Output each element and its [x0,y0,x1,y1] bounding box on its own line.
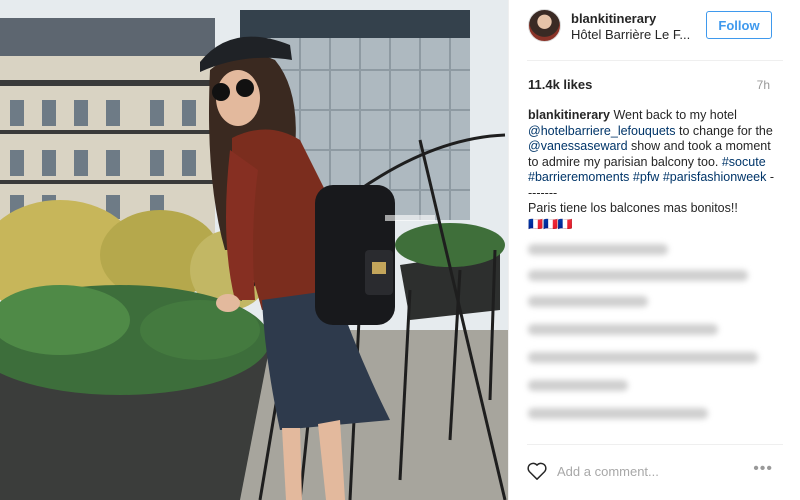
header-location[interactable]: Hôtel Barrière Le F... [571,27,690,42]
avatar[interactable] [528,9,561,42]
heart-icon[interactable] [526,461,548,481]
post-header: blankitinerary Hôtel Barrière Le F... Fo… [509,0,800,60]
caption-text-2: to change for the [679,123,773,138]
hashtag-pfw-link[interactable]: #pfw [633,170,659,184]
more-options-icon[interactable]: ••• [753,461,773,477]
post-sidebar: blankitinerary Hôtel Barrière Le F... Fo… [508,0,800,500]
header-divider [527,60,783,61]
caption-emoji: 🇫🇷🇫🇷🇫🇷 [528,216,573,231]
follow-button[interactable]: Follow [706,11,772,39]
mention-hotel-link[interactable]: @hotelbarriere_lefouquets [528,124,676,138]
blurred-comments [528,240,778,440]
comment-bar: ••• [509,444,800,500]
likes-count[interactable]: 11.4k likes [528,77,592,92]
post-photo[interactable] [0,0,508,500]
caption-username[interactable]: blankitinerary [528,108,610,122]
post-time[interactable]: 7h [757,78,770,92]
header-username[interactable]: blankitinerary [571,11,656,26]
photo-icon [0,0,508,500]
hashtag-socute-link[interactable]: #socute [722,155,766,169]
caption-line-2: Paris tiene los balcones mas bonitos!! [528,201,738,215]
hashtag-barrieremoments-link[interactable]: #barrieremoments [528,170,629,184]
mention-vanessaseward-link[interactable]: @vanessaseward [528,139,628,153]
hashtag-parisfashionweek-link[interactable]: #parisfashionweek [663,170,767,184]
comment-input[interactable] [557,461,737,481]
post-caption: blankitinerary Went back to my hotel @ho… [528,108,778,232]
caption-text-1: Went back to my hotel [613,108,737,122]
